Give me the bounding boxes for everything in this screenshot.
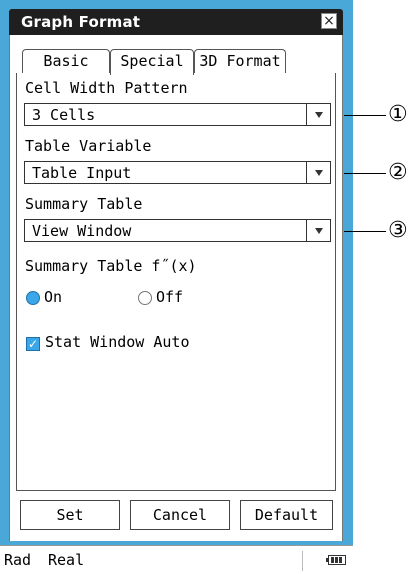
table-variable-label: Table Variable [25, 137, 152, 155]
tab-special-label: Special [120, 52, 184, 70]
cell-width-value: 3 Cells [32, 106, 96, 124]
cancel-button[interactable]: Cancel [130, 500, 230, 530]
dialog-panel: Basic Special 3D Format Cell Width Patte… [9, 35, 343, 541]
callout-2: ② [388, 160, 408, 185]
tab-3d-format[interactable]: 3D Format [194, 49, 286, 73]
radio-on[interactable] [26, 291, 40, 305]
table-variable-dropdown[interactable]: Table Input [24, 161, 331, 184]
callout-line-2 [344, 173, 386, 174]
summary-table-value: View Window [32, 222, 132, 240]
callout-line-3 [344, 231, 386, 232]
radio-on-label: On [44, 288, 63, 306]
table-variable-value: Table Input [32, 164, 132, 182]
status-divider [302, 551, 303, 571]
tab-basic-label: Basic [43, 52, 89, 70]
chevron-down-icon[interactable] [306, 220, 330, 241]
cancel-button-label: Cancel [152, 506, 208, 524]
default-button-label: Default [254, 506, 319, 524]
device-frame: Graph Format × Basic Special 3D Format C… [0, 0, 353, 574]
chevron-down-icon[interactable] [306, 104, 330, 125]
close-icon[interactable]: × [321, 13, 337, 29]
tab-3d-format-label: 3D Format [199, 52, 281, 70]
status-angle: Rad [4, 551, 32, 569]
tab-content [16, 73, 336, 491]
set-button[interactable]: Set [20, 500, 120, 530]
tab-special[interactable]: Special [110, 49, 194, 75]
summary-fx-label: Summary Table f˝(x) [25, 257, 197, 275]
radio-off[interactable] [138, 291, 152, 305]
summary-table-dropdown[interactable]: View Window [24, 219, 331, 242]
default-button[interactable]: Default [240, 500, 333, 530]
tab-basic[interactable]: Basic [22, 49, 110, 73]
set-button-label: Set [56, 506, 84, 524]
summary-table-label: Summary Table [25, 195, 143, 213]
radio-off-label: Off [156, 288, 184, 306]
stat-window-checkbox[interactable]: ✓ [26, 337, 40, 351]
title-bar: Graph Format × [9, 9, 343, 35]
callout-3: ③ [388, 218, 408, 243]
callout-1: ① [388, 102, 408, 127]
cell-width-dropdown[interactable]: 3 Cells [24, 103, 331, 126]
status-bar: Rad Real [0, 545, 353, 574]
status-mode: Real [48, 551, 85, 569]
battery-icon [326, 555, 346, 565]
stat-window-label: Stat Window Auto [45, 333, 190, 351]
callout-line-1 [344, 115, 386, 116]
window-title: Graph Format [21, 13, 141, 31]
chevron-down-icon[interactable] [306, 162, 330, 183]
cell-width-label: Cell Width Pattern [25, 79, 188, 97]
